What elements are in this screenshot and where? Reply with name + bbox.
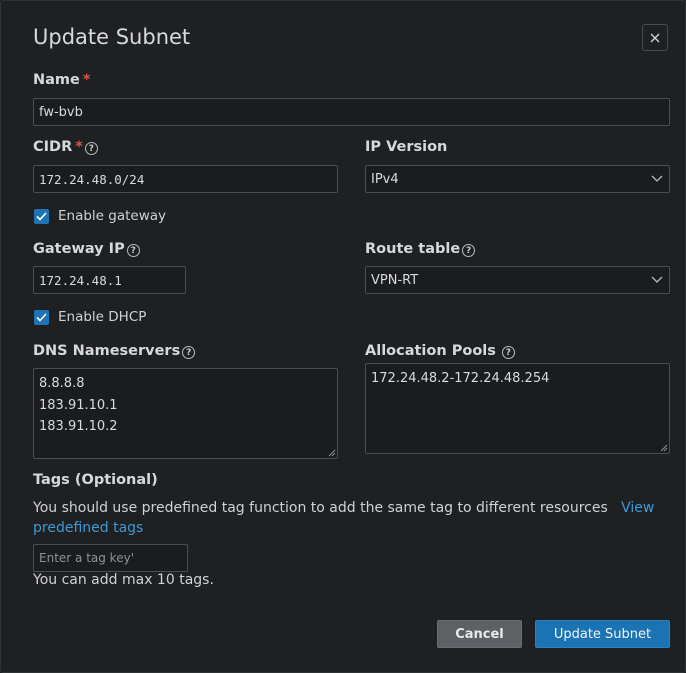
pool-line: 172.24.48.2-172.24.48.254 [371, 371, 550, 386]
dns-label-text: DNS Nameservers [33, 343, 181, 359]
update-subnet-dialog: Update Subnet Name * fw-bvb CIDR *? 172.24… [0, 0, 686, 673]
name-label: Name * [33, 72, 90, 88]
enable-dhcp-label: Enable DHCP [58, 309, 147, 325]
question-icon[interactable]: ? [182, 346, 196, 359]
enable-gateway-label: Enable gateway [58, 208, 167, 224]
question-icon[interactable]: ? [462, 244, 476, 257]
name-input-value: fw-bvb [39, 104, 83, 120]
question-icon[interactable]: ? [84, 142, 98, 155]
ip-version-label-text: IP Version [365, 139, 448, 155]
gateway-ip-label-text: Gateway IP [33, 241, 125, 257]
required-marker: * [82, 72, 91, 88]
enable-dhcp-checkbox[interactable] [34, 310, 49, 325]
resize-handle-icon[interactable] [328, 449, 336, 457]
ip-version-select[interactable]: IPv4 [365, 165, 670, 193]
name-label-text: Name [33, 72, 80, 88]
question-icon[interactable]: ? [501, 346, 515, 359]
dns-line: 183.91.10.2 [39, 419, 118, 434]
enable-gateway-checkbox[interactable] [34, 209, 49, 224]
allocation-pools-label: Allocation Pools? [365, 343, 515, 359]
resize-handle-icon[interactable] [660, 444, 668, 452]
tags-hint: You can add max 10 tags. [33, 572, 214, 588]
tags-description: You should use predefined tag function t… [33, 498, 673, 538]
gateway-ip-value: 172.24.48.1 [39, 272, 122, 288]
route-table-value: VPN-RT [371, 272, 419, 288]
cidr-input-value: 172.24.48.0/24 [39, 171, 145, 187]
ip-version-value: IPv4 [371, 171, 399, 187]
question-icon[interactable]: ? [126, 244, 140, 257]
chevron-down-icon [651, 175, 663, 182]
route-table-label-text: Route table [365, 241, 461, 257]
close-button[interactable] [642, 24, 668, 51]
tags-description-text: You should use predefined tag function t… [33, 500, 608, 516]
cidr-label: CIDR *? [33, 139, 98, 155]
allocation-pools-textarea[interactable]: 172.24.48.2-172.24.48.254 [365, 363, 670, 454]
cancel-button[interactable]: Cancel [437, 620, 522, 648]
ip-version-label: IP Version [365, 139, 447, 155]
tag-key-input[interactable] [33, 544, 188, 572]
tags-label: Tags (Optional) [33, 472, 158, 488]
dns-label: DNS Nameservers? [33, 343, 196, 359]
tags-label-text: Tags (Optional) [33, 472, 158, 488]
route-table-select[interactable]: VPN-RT [365, 266, 670, 294]
cidr-input[interactable]: 172.24.48.0/24 [33, 165, 338, 193]
required-marker: * [75, 139, 83, 155]
dns-textarea[interactable]: 8.8.8.8 183.91.10.1 183.91.10.2 [33, 368, 338, 459]
dns-line: 8.8.8.8 [39, 376, 85, 391]
allocation-pools-label-text: Allocation Pools [365, 343, 496, 359]
dns-line: 183.91.10.1 [39, 397, 118, 413]
checkmark-icon [36, 313, 47, 322]
close-icon [650, 33, 660, 42]
gateway-ip-label: Gateway IP? [33, 241, 140, 257]
dialog-title: Update Subnet [33, 25, 191, 49]
chevron-down-icon [651, 276, 663, 283]
checkmark-icon [36, 212, 47, 221]
cidr-label-text: CIDR [33, 139, 73, 155]
name-input[interactable]: fw-bvb [33, 98, 670, 126]
update-subnet-button[interactable]: Update Subnet [535, 620, 670, 648]
gateway-ip-input[interactable]: 172.24.48.1 [33, 266, 186, 294]
route-table-label: Route table? [365, 241, 476, 257]
